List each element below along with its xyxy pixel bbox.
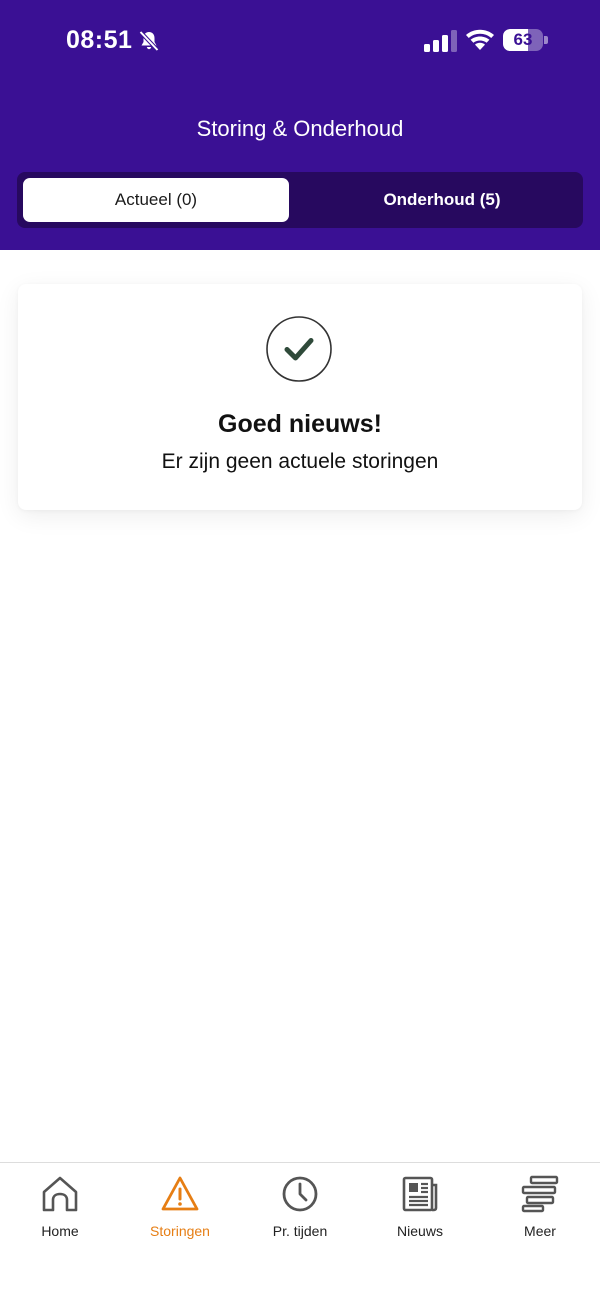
home-icon	[42, 1176, 78, 1212]
wifi-icon	[466, 29, 494, 50]
nav-label-nieuws: Nieuws	[397, 1223, 443, 1239]
battery-body: 63	[503, 29, 543, 51]
status-card: Goed nieuws! Er zijn geen actuele storin…	[18, 284, 582, 510]
nav-item-meer[interactable]: Meer	[480, 1163, 600, 1263]
nav-item-storingen[interactable]: Storingen	[120, 1163, 240, 1263]
card-title: Goed nieuws!	[218, 410, 382, 438]
battery-icon: 63	[503, 29, 549, 51]
segmented-control: Actueel (0) Onderhoud (5)	[17, 172, 583, 228]
tab-actueel[interactable]: Actueel (0)	[23, 178, 289, 222]
signal-icon	[424, 30, 457, 52]
nav-item-pr-tijden[interactable]: Pr. tijden	[240, 1163, 360, 1263]
bell-slash-icon	[139, 30, 159, 52]
nav-label-storingen: Storingen	[150, 1223, 210, 1239]
battery-cap	[544, 36, 548, 44]
nav-item-nieuws[interactable]: Nieuws	[360, 1163, 480, 1263]
status-bar: 08:51 63	[0, 0, 600, 82]
page-title: Storing & Onderhoud	[196, 116, 404, 141]
status-time: 08:51	[66, 26, 133, 54]
nav-item-home[interactable]: Home	[0, 1163, 120, 1263]
tab-onderhoud[interactable]: Onderhoud (5)	[307, 178, 577, 222]
warning-icon	[161, 1176, 199, 1211]
battery-percentage: 63	[513, 30, 533, 49]
clock-icon	[282, 1176, 318, 1212]
bottom-navigation: Home Storingen Pr. tijden Nieuws Meer	[0, 1162, 600, 1300]
check-circle-icon	[266, 316, 332, 382]
nav-label-pr-tijden: Pr. tijden	[272, 1223, 328, 1239]
card-message: Er zijn geen actuele storingen	[161, 450, 439, 473]
nav-label-meer: Meer	[524, 1223, 556, 1239]
nav-label-home: Home	[41, 1223, 79, 1239]
header: 08:51 63 Storing & Onderhoud Actueel (0)…	[0, 0, 600, 250]
app-screen: 08:51 63 Storing & Onderhoud Actueel (0)…	[0, 0, 600, 1300]
newspaper-icon	[402, 1176, 438, 1212]
menu-stack-icon	[521, 1175, 559, 1213]
